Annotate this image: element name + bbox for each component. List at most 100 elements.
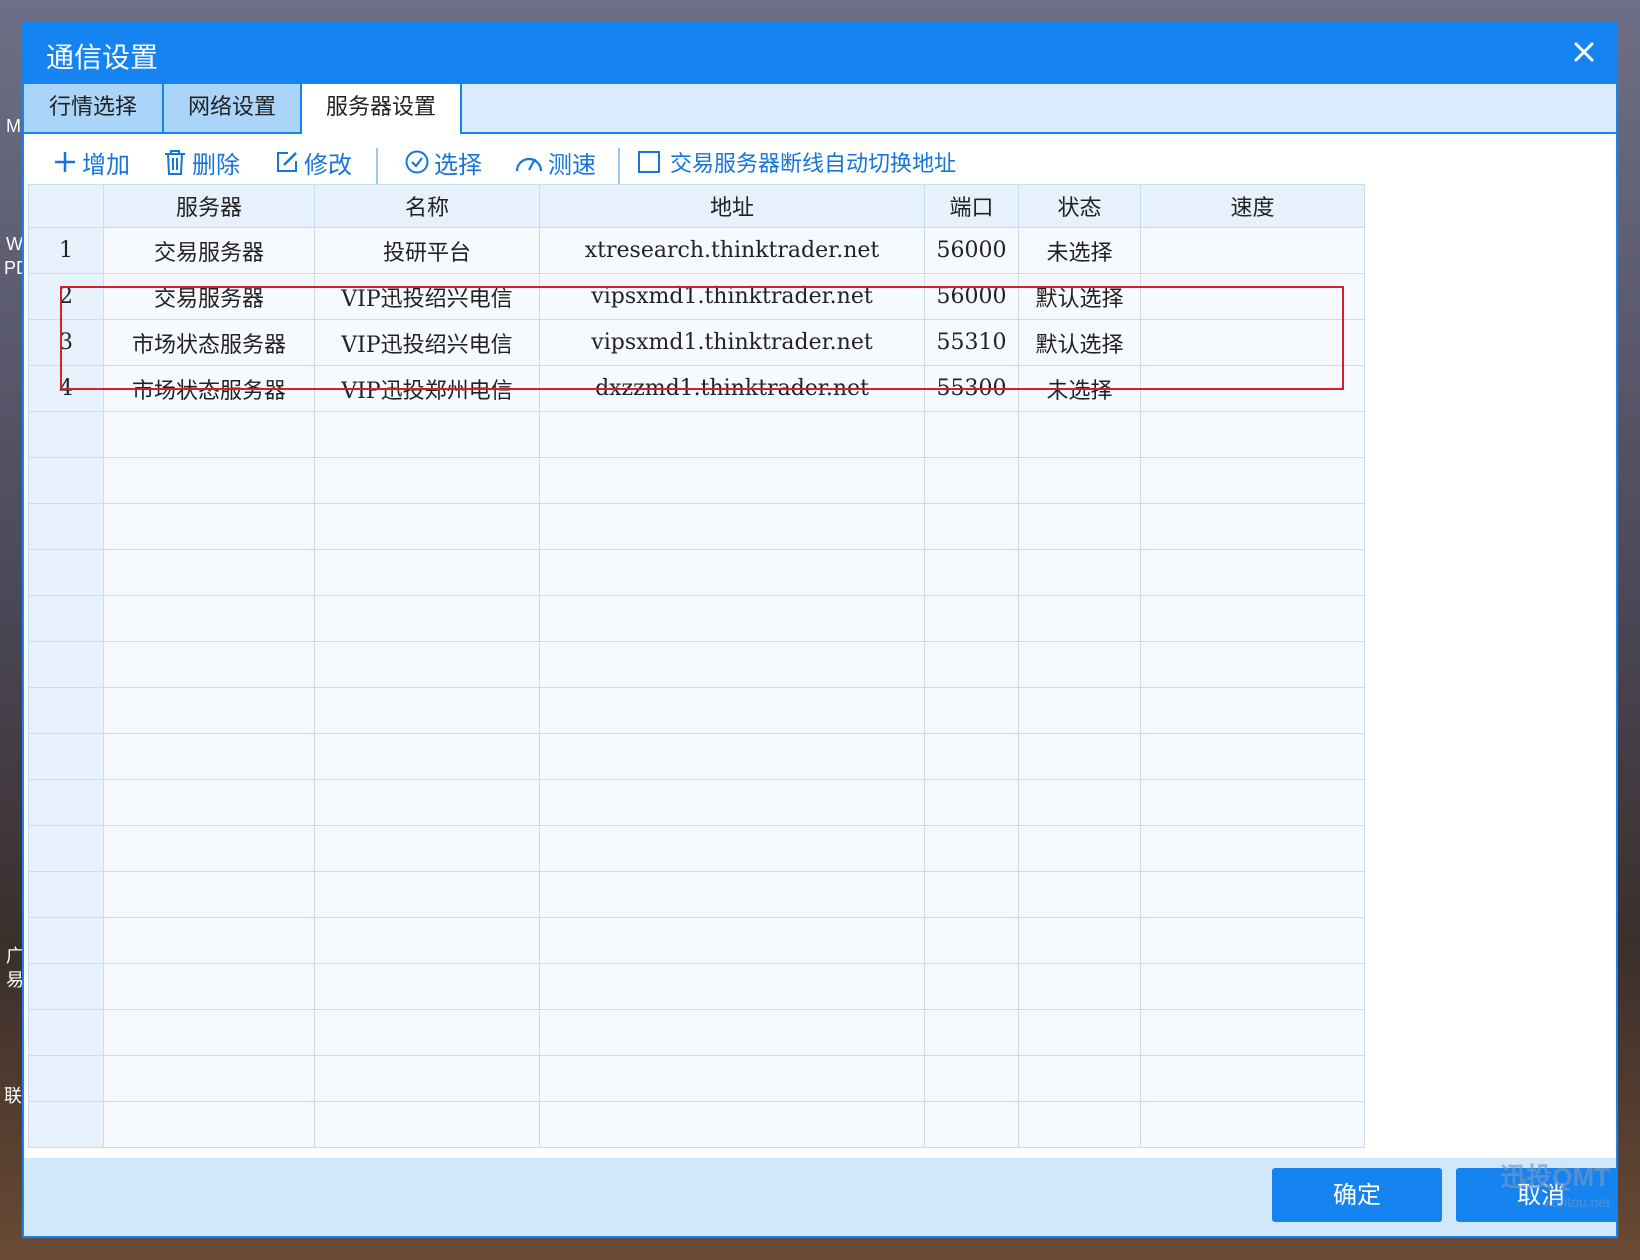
empty-table-row	[28, 1055, 1365, 1102]
empty-cell	[103, 503, 315, 550]
empty-cell	[1140, 1055, 1365, 1102]
empty-cell	[103, 549, 315, 596]
cell-name: VIP迅投绍兴电信	[314, 319, 540, 366]
tab-quote-selection[interactable]: 行情选择	[24, 84, 164, 132]
empty-cell	[314, 549, 540, 596]
empty-cell	[1140, 549, 1365, 596]
empty-cell	[28, 641, 104, 688]
empty-cell	[1140, 825, 1365, 872]
empty-cell	[539, 687, 925, 734]
empty-cell	[314, 1101, 540, 1148]
empty-cell	[539, 733, 925, 780]
empty-cell	[539, 825, 925, 872]
empty-cell	[924, 641, 1019, 688]
toolbar-divider	[376, 148, 378, 186]
column-header-name[interactable]: 名称	[314, 184, 540, 228]
speed-test-button[interactable]: 测速	[514, 144, 596, 180]
watermark-text: 迅投QMT	[1500, 1162, 1610, 1192]
column-header-status[interactable]: 状态	[1018, 184, 1141, 228]
cell-status: 默认选择	[1018, 319, 1141, 366]
empty-table-row	[28, 779, 1365, 826]
delete-button[interactable]: 删除	[162, 144, 240, 180]
empty-cell	[924, 825, 1019, 872]
cell-port: 55300	[924, 365, 1019, 412]
empty-cell	[924, 733, 1019, 780]
empty-cell	[1140, 917, 1365, 964]
trash-icon	[165, 150, 185, 175]
row-number: 4	[28, 365, 104, 412]
empty-cell	[314, 963, 540, 1010]
column-header-port[interactable]: 端口	[924, 184, 1019, 228]
empty-table-row	[28, 871, 1365, 918]
table-row[interactable]: 3 市场状态服务器 VIP迅投绍兴电信 vipsxmd1.thinktrader…	[28, 319, 1365, 366]
empty-cell	[1018, 457, 1141, 504]
edit-label: 修改	[304, 150, 352, 179]
column-header-server[interactable]: 服务器	[103, 184, 315, 228]
select-button[interactable]: 选择	[404, 144, 482, 180]
cell-server: 交易服务器	[103, 227, 315, 274]
table-row[interactable]: 4 市场状态服务器 VIP迅投郑州电信 dxzzmd1.thinktrader.…	[28, 365, 1365, 412]
cell-address: vipsxmd1.thinktrader.net	[539, 273, 925, 320]
row-number: 3	[28, 319, 104, 366]
empty-cell	[1018, 595, 1141, 642]
close-icon[interactable]	[1566, 34, 1602, 70]
empty-table-row	[28, 503, 1365, 550]
empty-cell	[539, 1009, 925, 1056]
empty-cell	[103, 733, 315, 780]
cell-name: 投研平台	[314, 227, 540, 274]
empty-cell	[103, 641, 315, 688]
empty-cell	[28, 1101, 104, 1148]
empty-cell	[28, 687, 104, 734]
empty-cell	[539, 411, 925, 458]
empty-cell	[1018, 779, 1141, 826]
cell-status: 默认选择	[1018, 273, 1141, 320]
column-header-address[interactable]: 地址	[539, 184, 925, 228]
empty-cell	[103, 687, 315, 734]
watermark-logo: 迅投QMT xuntou.net	[1500, 1157, 1610, 1210]
empty-cell	[1140, 641, 1365, 688]
ok-button[interactable]: 确定	[1272, 1168, 1442, 1222]
desktop-fragment: M	[6, 116, 21, 136]
empty-cell	[539, 871, 925, 918]
table-row[interactable]: 2 交易服务器 VIP迅投绍兴电信 vipsxmd1.thinktrader.n…	[28, 273, 1365, 320]
empty-cell	[28, 411, 104, 458]
add-button[interactable]: 增加	[52, 144, 130, 180]
server-table: 服务器 名称 地址 端口 状态 速度 1 交易服务器 投研平台 xtresear…	[28, 184, 1365, 1148]
select-label: 选择	[434, 150, 482, 179]
auto-switch-option[interactable]: 交易服务器断线自动切换地址	[636, 144, 956, 180]
empty-table-row	[28, 825, 1365, 872]
empty-cell	[28, 733, 104, 780]
empty-cell	[28, 503, 104, 550]
cell-port: 55310	[924, 319, 1019, 366]
cell-server: 交易服务器	[103, 273, 315, 320]
empty-table-row	[28, 917, 1365, 964]
empty-cell	[314, 595, 540, 642]
empty-cell	[1140, 457, 1365, 504]
empty-table-row	[28, 687, 1365, 734]
empty-cell	[103, 825, 315, 872]
empty-cell	[314, 1009, 540, 1056]
table-row[interactable]: 1 交易服务器 投研平台 xtresearch.thinktrader.net …	[28, 227, 1365, 274]
cell-port: 56000	[924, 273, 1019, 320]
empty-cell	[1018, 733, 1141, 780]
add-label: 增加	[82, 150, 130, 179]
empty-cell	[314, 917, 540, 964]
empty-cell	[1018, 1101, 1141, 1148]
checkbox-icon[interactable]	[636, 149, 662, 175]
empty-cell	[103, 457, 315, 504]
empty-cell	[924, 1055, 1019, 1102]
tab-network-settings[interactable]: 网络设置	[164, 84, 302, 132]
empty-cell	[1018, 917, 1141, 964]
empty-table-row	[28, 595, 1365, 642]
empty-cell	[1018, 825, 1141, 872]
empty-cell	[1018, 687, 1141, 734]
empty-cell	[28, 917, 104, 964]
edit-button[interactable]: 修改	[274, 144, 352, 180]
empty-cell	[924, 1101, 1019, 1148]
empty-cell	[1140, 871, 1365, 918]
speedometer-icon	[515, 157, 543, 172]
column-header-speed[interactable]: 速度	[1140, 184, 1365, 228]
tab-server-settings[interactable]: 服务器设置	[300, 84, 462, 134]
empty-cell	[28, 871, 104, 918]
empty-cell	[924, 549, 1019, 596]
